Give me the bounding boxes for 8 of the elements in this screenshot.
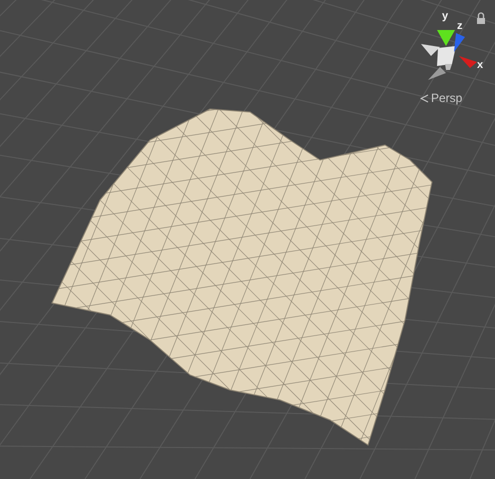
chevron-left-icon: [420, 94, 429, 102]
axis-label: x: [477, 59, 484, 71]
axis-label: z: [457, 20, 462, 32]
projection-button[interactable]: Persp: [420, 91, 462, 105]
axis-label: y: [442, 10, 448, 22]
orientation-gizmo-drawing: [421, 44, 456, 80]
lock-icon[interactable]: [477, 12, 485, 24]
axis-cone-icon[interactable]: [437, 30, 455, 46]
